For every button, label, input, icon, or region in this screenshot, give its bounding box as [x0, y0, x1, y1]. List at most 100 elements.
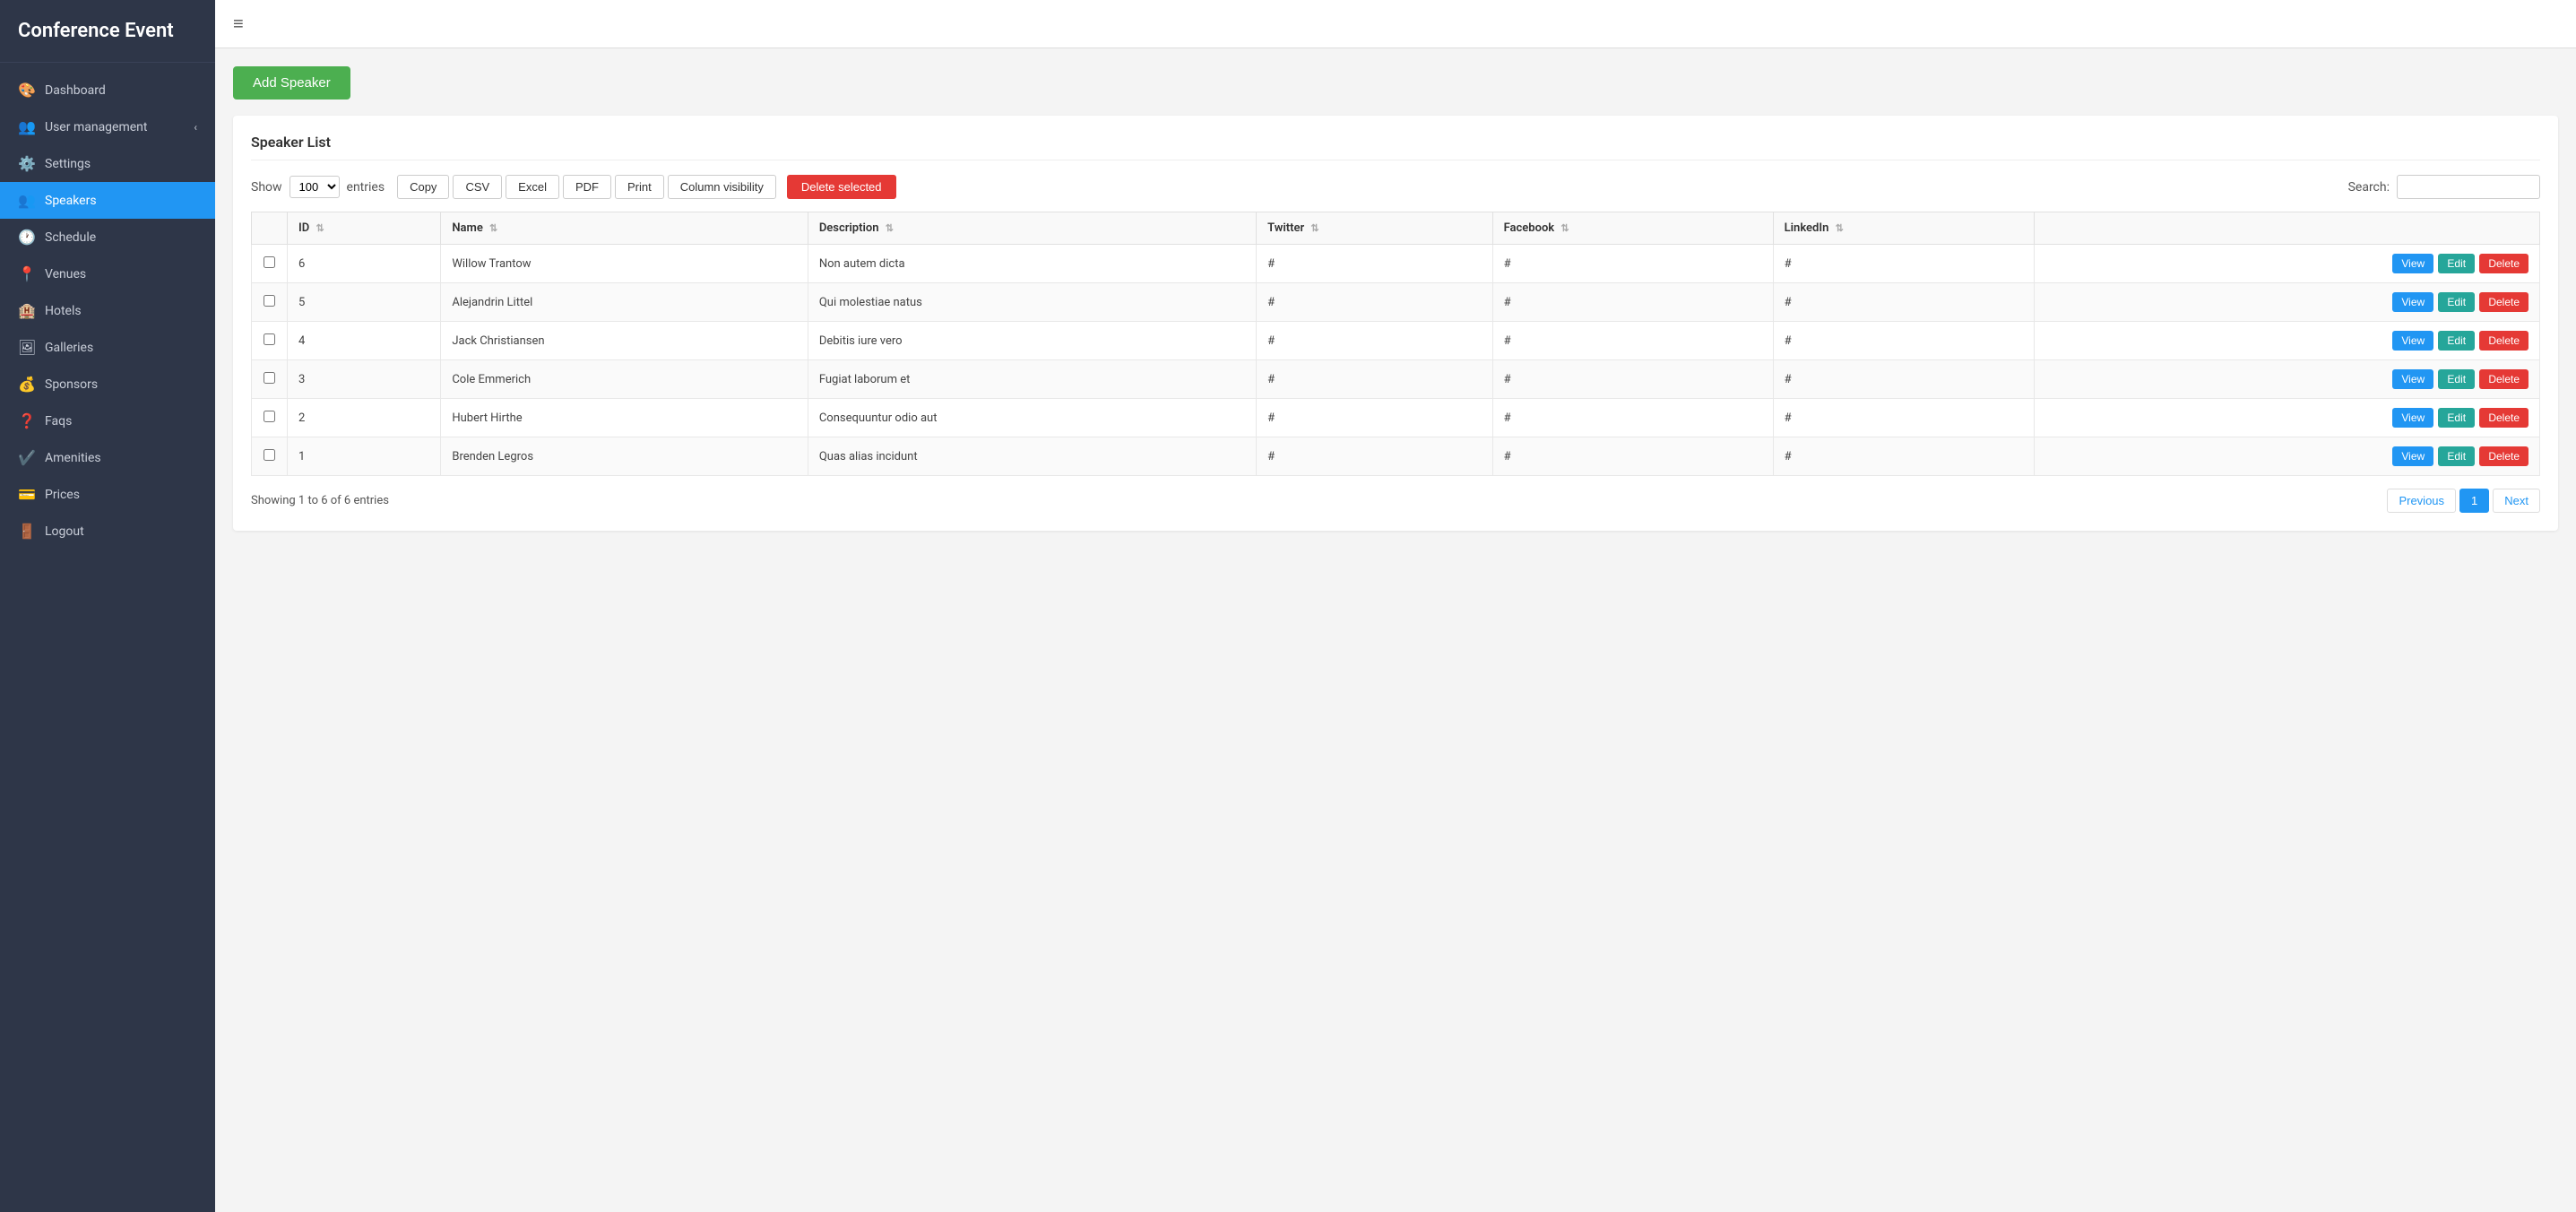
hamburger-icon[interactable]: ≡: [233, 13, 244, 34]
delete-button[interactable]: Delete: [2479, 331, 2528, 351]
cell-facebook: #: [1492, 437, 1773, 476]
entries-select[interactable]: 100 25 50: [290, 176, 340, 198]
edit-button[interactable]: Edit: [2438, 292, 2475, 312]
action-cell: View Edit Delete: [2034, 245, 2539, 283]
cell-description: Non autem dicta: [808, 245, 1256, 283]
sort-icon: ⇅: [316, 222, 324, 234]
col-header-actions: [2034, 212, 2539, 245]
page-1-button[interactable]: 1: [2459, 489, 2489, 513]
view-button[interactable]: View: [2392, 446, 2433, 466]
main-content: ≡ Add Speaker Speaker List Show 100 25 5…: [215, 0, 2576, 1212]
sidebar-item-speakers[interactable]: 👥 Speakers: [0, 182, 215, 219]
cell-id: 2: [288, 399, 441, 437]
sidebar-item-schedule[interactable]: 🕐 Schedule: [0, 219, 215, 255]
delete-button[interactable]: Delete: [2479, 254, 2528, 273]
sidebar-item-label: Hotels: [45, 304, 82, 318]
col-header-description[interactable]: Description ⇅: [808, 212, 1256, 245]
sidebar-item-user-management[interactable]: 👥 User management ‹: [0, 108, 215, 145]
sidebar-item-label: Amenities: [45, 451, 101, 465]
view-button[interactable]: View: [2392, 331, 2433, 351]
search-input[interactable]: [2397, 175, 2540, 199]
sidebar-item-label: Logout: [45, 524, 84, 539]
show-label: Show: [251, 180, 282, 195]
ctrl-btn-column-visibility[interactable]: Column visibility: [668, 175, 776, 199]
sidebar-item-sponsors[interactable]: 💰 Sponsors: [0, 366, 215, 403]
sidebar-item-dashboard[interactable]: 🎨 Dashboard: [0, 72, 215, 108]
view-button[interactable]: View: [2392, 369, 2433, 389]
sidebar-item-amenities[interactable]: ✔️ Amenities: [0, 439, 215, 476]
cell-facebook: #: [1492, 283, 1773, 322]
sponsors-icon: 💰: [18, 376, 36, 393]
sidebar-item-prices[interactable]: 💳 Prices: [0, 476, 215, 513]
col-header-id[interactable]: ID ⇅: [288, 212, 441, 245]
view-button[interactable]: View: [2392, 292, 2433, 312]
cell-id: 5: [288, 283, 441, 322]
delete-button[interactable]: Delete: [2479, 446, 2528, 466]
col-header-twitter[interactable]: Twitter ⇅: [1257, 212, 1492, 245]
delete-button[interactable]: Delete: [2479, 369, 2528, 389]
speakers-icon: 👥: [18, 192, 36, 209]
delete-button[interactable]: Delete: [2479, 292, 2528, 312]
speakers-table: ID ⇅Name ⇅Description ⇅Twitter ⇅Facebook…: [251, 212, 2540, 476]
delete-button[interactable]: Delete: [2479, 408, 2528, 428]
action-cell: View Edit Delete: [2034, 322, 2539, 360]
sidebar-item-label: Speakers: [45, 194, 97, 208]
col-header-linkedin[interactable]: LinkedIn ⇅: [1773, 212, 2034, 245]
edit-button[interactable]: Edit: [2438, 331, 2475, 351]
hotels-icon: 🏨: [18, 302, 36, 319]
row-checkbox[interactable]: [264, 411, 275, 422]
sort-icon: ⇅: [1836, 222, 1844, 234]
col-header-name[interactable]: Name ⇅: [441, 212, 808, 245]
sidebar-item-hotels[interactable]: 🏨 Hotels: [0, 292, 215, 329]
row-checkbox[interactable]: [264, 372, 275, 384]
add-speaker-button[interactable]: Add Speaker: [233, 66, 350, 100]
ctrl-btn-csv[interactable]: CSV: [453, 175, 502, 199]
search-label: Search:: [2348, 180, 2390, 195]
sidebar-item-label: Galleries: [45, 341, 93, 355]
ctrl-btn-copy[interactable]: Copy: [397, 175, 449, 199]
row-checkbox[interactable]: [264, 295, 275, 307]
table-row: 4Jack ChristiansenDebitis iure vero### V…: [252, 322, 2540, 360]
sidebar-item-label: User management: [45, 120, 147, 134]
cell-name: Alejandrin Littel: [441, 283, 808, 322]
cell-linkedin: #: [1773, 437, 2034, 476]
topbar: ≡: [215, 0, 2576, 48]
edit-button[interactable]: Edit: [2438, 369, 2475, 389]
action-cell: View Edit Delete: [2034, 437, 2539, 476]
cell-facebook: #: [1492, 399, 1773, 437]
user-management-icon: 👥: [18, 118, 36, 135]
table-row: 3Cole EmmerichFugiat laborum et### View …: [252, 360, 2540, 399]
sidebar-item-galleries[interactable]: 🖼 Galleries: [0, 329, 215, 366]
view-button[interactable]: View: [2392, 254, 2433, 273]
sidebar-item-logout[interactable]: 🚪 Logout: [0, 513, 215, 550]
ctrl-btn-print[interactable]: Print: [615, 175, 664, 199]
edit-button[interactable]: Edit: [2438, 408, 2475, 428]
action-cell: View Edit Delete: [2034, 360, 2539, 399]
view-button[interactable]: View: [2392, 408, 2433, 428]
row-checkbox[interactable]: [264, 256, 275, 268]
schedule-icon: 🕐: [18, 229, 36, 246]
row-checkbox-cell: [252, 283, 288, 322]
row-checkbox-cell: [252, 437, 288, 476]
action-cell: View Edit Delete: [2034, 283, 2539, 322]
row-checkbox[interactable]: [264, 333, 275, 345]
app-title: Conference Event: [0, 0, 215, 63]
sidebar-item-faqs[interactable]: ❓ Faqs: [0, 403, 215, 439]
sidebar-item-venues[interactable]: 📍 Venues: [0, 255, 215, 292]
row-checkbox[interactable]: [264, 449, 275, 461]
previous-button[interactable]: Previous: [2387, 489, 2456, 513]
sidebar-item-settings[interactable]: ⚙️ Settings: [0, 145, 215, 182]
settings-icon: ⚙️: [18, 155, 36, 172]
cell-twitter: #: [1257, 360, 1492, 399]
col-header-facebook[interactable]: Facebook ⇅: [1492, 212, 1773, 245]
delete-selected-button[interactable]: Delete selected: [787, 175, 896, 199]
next-button[interactable]: Next: [2493, 489, 2540, 513]
ctrl-btn-pdf[interactable]: PDF: [563, 175, 611, 199]
entries-label: entries: [347, 180, 385, 195]
edit-button[interactable]: Edit: [2438, 446, 2475, 466]
edit-button[interactable]: Edit: [2438, 254, 2475, 273]
sort-icon: ⇅: [489, 222, 497, 234]
table-row: 6Willow TrantowNon autem dicta### View E…: [252, 245, 2540, 283]
ctrl-btn-excel[interactable]: Excel: [506, 175, 559, 199]
table-row: 2Hubert HirtheConsequuntur odio aut### V…: [252, 399, 2540, 437]
